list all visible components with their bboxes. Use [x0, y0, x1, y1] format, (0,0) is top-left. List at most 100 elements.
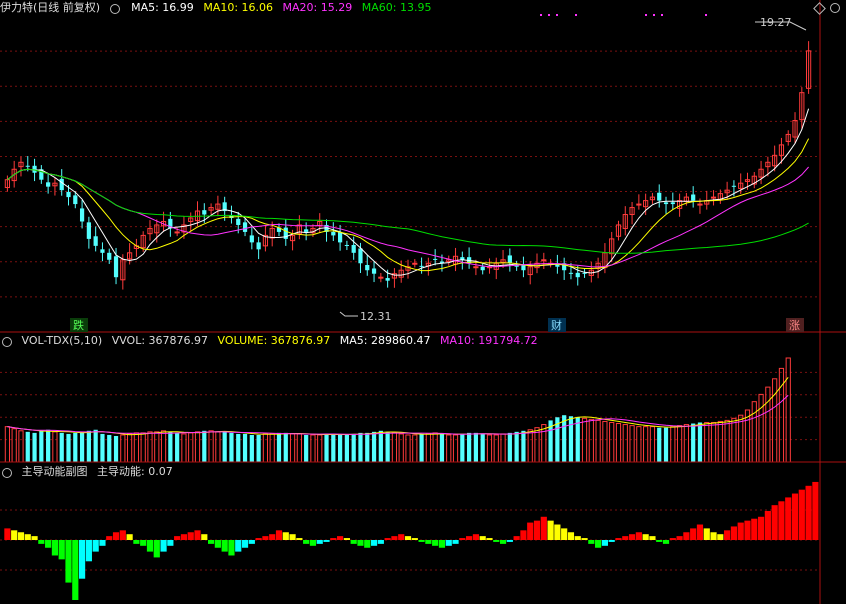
moving-average-lines: [7, 108, 810, 276]
force-bar: [432, 540, 439, 546]
candle-body-down: [32, 165, 37, 173]
force-bar: [99, 540, 106, 546]
force-bar: [696, 524, 704, 540]
force-bar: [92, 540, 99, 552]
volume-bar-down: [473, 432, 479, 462]
volume-bar-down: [657, 427, 662, 462]
force-bar: [337, 536, 344, 540]
volume-bar-up: [18, 430, 24, 463]
candle-body-up: [697, 203, 703, 206]
ma5-label: MA5: 16.99: [131, 1, 194, 14]
force-bar: [737, 522, 744, 540]
candle-body-down: [242, 222, 248, 232]
force-bar: [751, 518, 758, 540]
force-bar: [540, 516, 547, 540]
force-bar: [778, 501, 785, 540]
volume-bar-up: [188, 432, 194, 463]
volume-bar-down: [283, 432, 288, 462]
force-bar: [683, 532, 690, 540]
candle-body-down: [236, 218, 241, 225]
force-bar: [547, 520, 554, 540]
force-bar: [635, 532, 642, 540]
volume-bar-up: [710, 421, 717, 463]
volume-bar-up: [154, 431, 160, 463]
ma60-label: MA60: 13.95: [361, 1, 432, 14]
volume-bar-down: [460, 433, 465, 462]
volume-bar-up: [181, 433, 187, 463]
candle-body-down: [337, 231, 343, 243]
candle-body-down: [107, 252, 112, 260]
force-bar: [330, 538, 337, 540]
volume-bar-up: [731, 417, 737, 463]
volume-bar-down: [86, 430, 91, 462]
force-bar: [744, 520, 751, 540]
diamond-icon[interactable]: [813, 2, 826, 15]
circle-icon[interactable]: [830, 3, 840, 13]
volume-bar-up: [581, 417, 588, 463]
volume-bar-down: [663, 427, 669, 462]
force-bar: [466, 536, 473, 540]
volume-bar-up: [676, 425, 683, 463]
force-bar: [146, 540, 154, 552]
settings-circle-icon[interactable]: [109, 1, 122, 14]
volume-bar-down: [562, 415, 567, 462]
force-bar: [207, 540, 215, 544]
volume-bar-down: [66, 433, 71, 462]
volume-bar-up: [724, 419, 730, 463]
volume-bar-down: [365, 432, 370, 462]
volume-bar-down: [249, 434, 254, 462]
force-bar: [574, 536, 581, 540]
candle-body-down: [86, 222, 91, 239]
candle-body-down: [663, 202, 669, 205]
force-bar: [662, 540, 670, 544]
volume-bar-down: [168, 431, 173, 462]
volume-ma10-label: MA10: 191794.72: [439, 334, 538, 347]
candle-body-down: [657, 192, 662, 201]
volume-bar-up: [751, 401, 757, 463]
force-bar: [785, 497, 792, 540]
force-bar: [262, 536, 269, 540]
volume-bar-down: [276, 432, 282, 462]
volume-bar-up: [412, 434, 418, 463]
volume-bar-up: [310, 434, 316, 463]
volume-bar-up: [140, 432, 146, 463]
force-bar: [438, 540, 446, 548]
force-bar: [228, 540, 235, 556]
force-bar: [642, 534, 649, 540]
force-bar: [513, 536, 520, 540]
force-bar: [133, 540, 140, 544]
force-bar: [601, 540, 609, 546]
volume-bar-down: [521, 430, 526, 462]
event-tag-right: 涨: [789, 319, 800, 332]
force-bar: [724, 530, 731, 540]
volume-bar-down: [480, 433, 485, 462]
force-bar: [201, 534, 208, 540]
volume-bar-down: [79, 431, 85, 462]
low-marker-leader: [339, 311, 358, 317]
force-bar: [676, 536, 683, 540]
volume-bar-up: [765, 386, 771, 463]
volume-title: VOL-TDX(5,10): [21, 334, 103, 347]
volume-settings-icon[interactable]: [0, 334, 12, 347]
force-bar: [690, 528, 697, 540]
stock-chart-canvas[interactable]: 19.27 12.31 跌 财 涨: [0, 0, 846, 604]
volume-bar-down: [39, 430, 44, 462]
volume-bar-up: [636, 426, 642, 463]
force-settings-icon[interactable]: [0, 465, 12, 478]
force-bar: [554, 524, 561, 540]
high-price-marker: 19.27: [760, 16, 792, 29]
candle-body-down: [480, 266, 485, 271]
volume-bar-up: [120, 434, 126, 463]
event-tag-mid: 财: [551, 318, 562, 332]
force-bar: [561, 528, 568, 540]
volume-bar-up: [398, 433, 404, 463]
candle-body-down: [331, 231, 336, 236]
candle-body-down: [46, 182, 51, 187]
volume-label: VOLUME: 367876.97: [217, 334, 331, 347]
force-bar: [425, 540, 432, 544]
volume-bar-up: [147, 431, 153, 463]
force-bar: [384, 538, 391, 540]
volume-bar-up: [778, 367, 785, 463]
candle-body-up: [378, 276, 384, 279]
force-bar: [764, 510, 771, 540]
